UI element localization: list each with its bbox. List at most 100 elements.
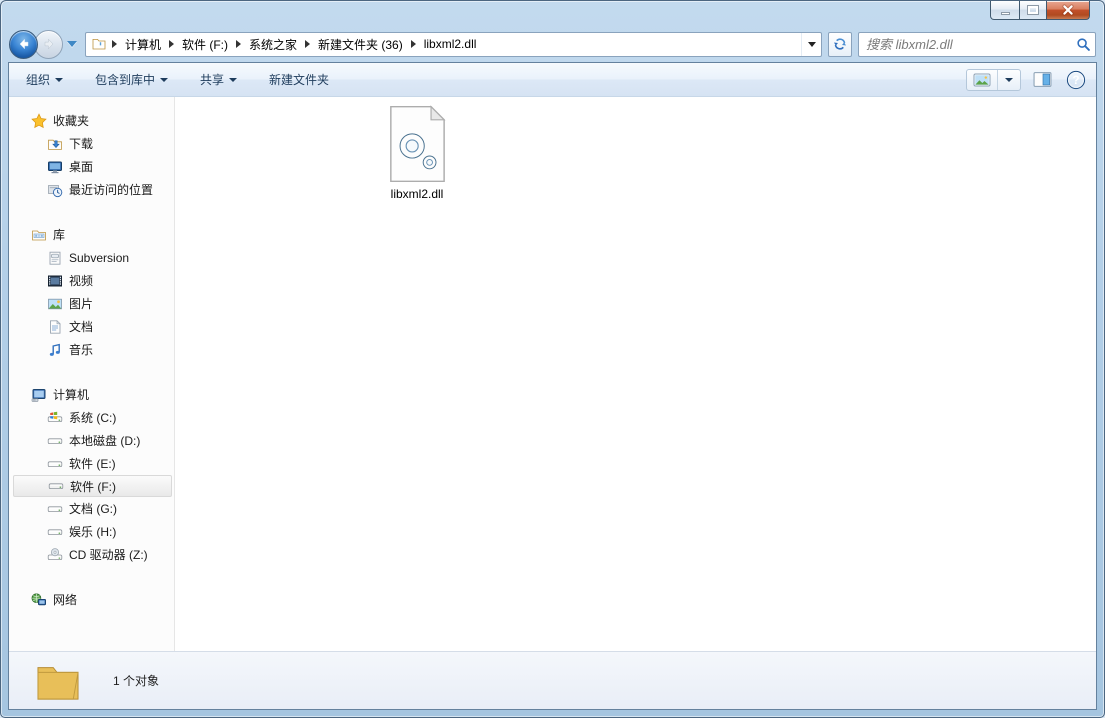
chevron-down-icon [160, 78, 168, 82]
preview-pane-button[interactable] [1031, 69, 1054, 90]
sidebar-item-drive-h[interactable]: 娱乐 (H:) [9, 520, 174, 543]
desktop-icon [47, 159, 63, 175]
chevron-down-icon [55, 78, 63, 82]
drive-icon [47, 501, 63, 517]
address-dropdown-button[interactable] [801, 33, 821, 56]
include-in-library-button[interactable]: 包含到库中 [86, 66, 177, 93]
refresh-button[interactable] [828, 32, 852, 57]
sidebar-group-computer[interactable]: 计算机 [9, 383, 174, 406]
drive-icon [48, 478, 64, 494]
help-icon [1066, 70, 1086, 90]
breadcrumb-current[interactable]: libxml2.dll [417, 37, 484, 51]
client-area: 组织 包含到库中 共享 新建文件夹 [8, 62, 1097, 710]
views-icon [973, 73, 991, 87]
explorer-window: 计算机 软件 (F:) 系统之家 新建文件夹 (36) libxml2.dll [0, 0, 1105, 718]
chevron-right-icon [169, 40, 174, 48]
libraries-label: 库 [53, 226, 65, 243]
sidebar-group-network[interactable]: 网络 [9, 588, 174, 611]
item-count-label: 1 个对象 [113, 672, 159, 689]
pictures-label: 图片 [69, 295, 93, 312]
drive-h-label: 娱乐 (H:) [69, 523, 116, 540]
subversion-label: Subversion [69, 251, 129, 265]
breadcrumb-drive-f[interactable]: 软件 (F:) [175, 36, 235, 53]
share-button[interactable]: 共享 [191, 66, 246, 93]
sidebar-item-drive-z[interactable]: CD 驱动器 (Z:) [9, 543, 174, 566]
breadcrumb-folder2[interactable]: 新建文件夹 (36) [311, 36, 410, 53]
drive-e-label: 软件 (E:) [69, 455, 116, 472]
refresh-icon [832, 36, 848, 52]
sidebar-item-drive-d[interactable]: 本地磁盘 (D:) [9, 429, 174, 452]
help-button[interactable] [1064, 68, 1088, 92]
recent-places-icon [47, 182, 63, 198]
chevron-down-icon [229, 78, 237, 82]
computer-group: 计算机 系统 (C:) 本地磁盘 (D:) 软件 (E:) [9, 383, 174, 566]
music-icon [47, 342, 63, 358]
breadcrumb-folder1[interactable]: 系统之家 [242, 36, 304, 53]
sidebar-item-subversion[interactable]: Subversion [9, 246, 174, 269]
views-dropdown-button[interactable] [997, 70, 1020, 90]
pictures-icon [47, 296, 63, 312]
favorites-label: 收藏夹 [53, 112, 89, 129]
sidebar-item-documents[interactable]: 文档 [9, 315, 174, 338]
organize-button[interactable]: 组织 [17, 66, 72, 93]
new-folder-label: 新建文件夹 [269, 71, 329, 88]
current-location-icon[interactable] [91, 36, 107, 52]
network-group: 网络 [9, 588, 174, 611]
preview-pane-icon [1033, 71, 1052, 88]
chevron-right-icon [411, 40, 416, 48]
sidebar-item-desktop[interactable]: 桌面 [9, 155, 174, 178]
drive-icon [47, 433, 63, 449]
folder-icon [35, 660, 81, 702]
breadcrumb-computer[interactable]: 计算机 [118, 36, 168, 53]
file-name-label: libxml2.dll [391, 187, 444, 201]
chevron-down-icon [808, 42, 816, 47]
downloads-label: 下载 [69, 135, 93, 152]
back-arrow-icon [16, 36, 32, 52]
command-toolbar: 组织 包含到库中 共享 新建文件夹 [9, 63, 1096, 97]
computer-label: 计算机 [53, 386, 89, 403]
documents-label: 文档 [69, 318, 93, 335]
library-icon [47, 250, 63, 266]
sidebar-item-drive-c[interactable]: 系统 (C:) [9, 406, 174, 429]
maximize-button[interactable] [1019, 1, 1047, 20]
address-bar[interactable]: 计算机 软件 (F:) 系统之家 新建文件夹 (36) libxml2.dll [85, 32, 822, 57]
star-icon [31, 113, 47, 129]
organize-label: 组织 [26, 71, 50, 88]
sidebar-item-videos[interactable]: 视频 [9, 269, 174, 292]
drive-f-label: 软件 (F:) [70, 478, 116, 495]
file-libxml2-dll[interactable]: libxml2.dll [369, 105, 465, 201]
file-list-area[interactable]: libxml2.dll [175, 97, 1096, 651]
change-view-button[interactable] [967, 70, 997, 90]
back-button[interactable] [9, 30, 38, 59]
search-box [858, 32, 1096, 57]
network-label: 网络 [53, 591, 77, 608]
search-input[interactable] [866, 37, 1076, 52]
sidebar-item-music[interactable]: 音乐 [9, 338, 174, 361]
recent-pages-dropdown[interactable] [67, 41, 77, 47]
sidebar-group-libraries[interactable]: 库 [9, 223, 174, 246]
sidebar-item-drive-g[interactable]: 文档 (G:) [9, 497, 174, 520]
sidebar-item-downloads[interactable]: 下载 [9, 132, 174, 155]
forward-button[interactable] [34, 30, 63, 59]
sidebar-item-drive-e[interactable]: 软件 (E:) [9, 452, 174, 475]
computer-icon [31, 387, 47, 403]
drive-d-label: 本地磁盘 (D:) [69, 432, 140, 449]
search-icon[interactable] [1076, 37, 1091, 52]
sidebar-group-favorites[interactable]: 收藏夹 [9, 109, 174, 132]
close-button[interactable] [1046, 1, 1090, 20]
dll-file-icon [386, 105, 448, 183]
videos-icon [47, 273, 63, 289]
recent-places-label: 最近访问的位置 [69, 181, 153, 198]
breadcrumb: 计算机 软件 (F:) 系统之家 新建文件夹 (36) libxml2.dll [111, 33, 483, 56]
new-folder-button[interactable]: 新建文件夹 [260, 66, 338, 93]
minimize-button[interactable] [990, 1, 1020, 20]
forward-arrow-icon [41, 36, 57, 52]
sidebar-item-pictures[interactable]: 图片 [9, 292, 174, 315]
sidebar-item-drive-f[interactable]: 软件 (F:) [13, 475, 172, 497]
music-label: 音乐 [69, 341, 93, 358]
sidebar-item-recent-places[interactable]: 最近访问的位置 [9, 178, 174, 201]
window-controls [991, 1, 1090, 20]
drive-icon [47, 456, 63, 472]
libraries-group: 库 Subversion 视频 图片 [9, 223, 174, 361]
videos-label: 视频 [69, 272, 93, 289]
